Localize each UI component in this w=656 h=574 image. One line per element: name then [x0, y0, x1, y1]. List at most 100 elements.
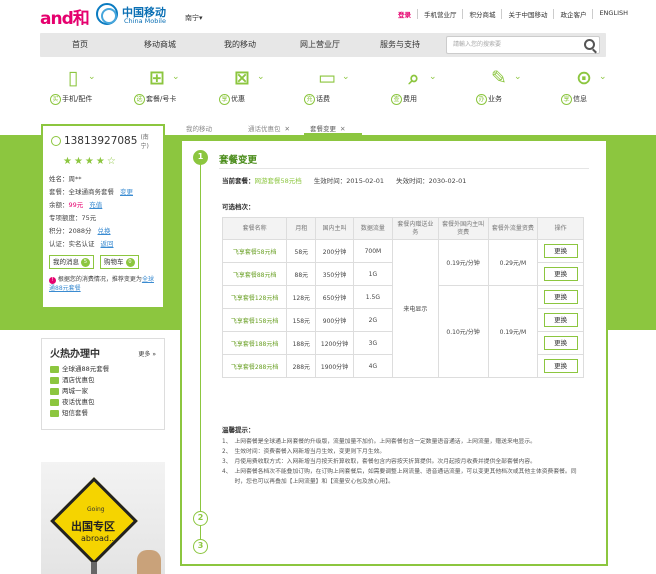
user-city: (南宁) [140, 134, 149, 150]
hot-item[interactable]: 短信套餐 [50, 408, 156, 419]
hot-item[interactable]: 全球通88元套餐 [50, 364, 156, 375]
china-mobile-logo-icon [96, 3, 118, 25]
table-header: 套餐名称 月租 国内主叫 数据流量 套餐内赠送业务 套餐外国内主叫资费 套餐外流量资费 操作 [221, 217, 584, 240]
step-line [200, 159, 201, 549]
step-3: 3 [193, 539, 208, 554]
hot-more-link[interactable]: 更多 » [138, 349, 156, 358]
top-bar: and和 中国移动 China Mobile 南宁▾ 登录 手机营业厅 积分商城… [0, 0, 656, 30]
change-button[interactable]: 更换 [543, 336, 578, 350]
location-icon: ⊙ [576, 67, 592, 89]
change-button[interactable]: 更换 [543, 359, 578, 373]
change-plan-link[interactable]: 变更 [120, 188, 133, 196]
search-icon[interactable] [584, 39, 595, 50]
user-phone: 13813927085 [63, 135, 138, 147]
new-tag-icon [50, 366, 59, 373]
mobile-hall-link[interactable]: 手机营业厅 [416, 9, 463, 19]
hot-item[interactable]: 夜话优惠包 [50, 397, 156, 408]
english-link[interactable]: ENGLISH [592, 9, 634, 19]
search-icon: ⌕ [408, 67, 420, 89]
quick-plan[interactable]: ⊞ ⌄ 选套餐/号卡 [128, 66, 188, 108]
close-icon[interactable]: ✕ [285, 124, 290, 135]
user-rating: ★★★★☆ [63, 156, 118, 167]
info-icon: ! [49, 277, 56, 284]
notes-title: 温馨提示： [222, 426, 255, 434]
chevron-down-icon: ⌄ [429, 72, 437, 82]
nav-my-mobile[interactable]: 我的移动 [200, 33, 280, 57]
nav-home[interactable]: 首页 [40, 33, 120, 57]
hot-item[interactable]: 酒店优惠包 [50, 375, 156, 386]
user-points-row: 积分：2088分 兑换 [49, 227, 111, 235]
promo-title: 出国专区 [71, 520, 115, 533]
search-placeholder: 請輸入您的搜索要 [453, 41, 502, 48]
change-button[interactable]: 更换 [543, 290, 578, 304]
gift-icon: ⊠ [234, 67, 250, 89]
card-icon: ▭ [318, 67, 336, 89]
new-tag-icon [50, 410, 59, 417]
chevron-down-icon: ⌄ [257, 72, 265, 82]
quick-phone[interactable]: ▯ ⌄ 买手机/配件 [44, 66, 104, 108]
note-item: 1、 上网套餐是全球通上网套餐的升级版，流量加量不加价。上网套餐包含一定数量语音通… [222, 439, 536, 445]
step-2: 2 [193, 511, 208, 526]
redeem-link[interactable]: 兑换 [98, 227, 111, 235]
quick-query[interactable]: ⌕ ⌄ 查费用 [385, 66, 445, 108]
chevron-down-icon: ⌄ [172, 72, 180, 82]
gift-cell: 来电显示 [392, 239, 439, 378]
tab-plan-change[interactable]: 套餐变更 ✕ [304, 124, 362, 135]
effective-date: 2015-02-01 [346, 177, 385, 185]
about-link[interactable]: 关于中国移动 [501, 9, 553, 19]
recommend-note: ! 根据您的消费情况，推荐变更为全球通88元套餐 [49, 276, 154, 292]
cart-button[interactable]: 购物车 0 [100, 255, 139, 269]
quick-icons: ▯ ⌄ 买手机/配件 ⊞ ⌄ 选套餐/号卡 ⊠ ⌄ 享优惠 ▭ ⌄ 充话费 ⌕ ⌄ 查费用… [40, 66, 607, 108]
recharge-link[interactable]: 充值 [89, 201, 102, 209]
main-nav: 首页 移动商城 我的移动 网上营业厅 服务与支持 請輸入您的搜索要 [40, 33, 606, 57]
step-1: 1 [193, 150, 208, 165]
my-messages-button[interactable]: 我的消息 5 [49, 255, 94, 269]
person-icon [51, 136, 61, 146]
pen-icon: ✎ [491, 67, 507, 89]
china-mobile-logo-en: China Mobile [124, 17, 166, 25]
change-button[interactable]: 更换 [543, 244, 578, 258]
user-info-card: 13813927085 (南宁) ★★★★☆ 姓名：周** 套餐：全球通商务套餐… [41, 124, 165, 309]
chevron-down-icon: ⌄ [342, 72, 350, 82]
quick-business[interactable]: ✎ ⌄ 办业务 [470, 66, 530, 108]
current-plan: 网游套餐58元档 [254, 177, 302, 185]
tab-my-mobile[interactable]: 我的移动 [180, 124, 238, 135]
quick-recharge[interactable]: ▭ ⌄ 充话费 [298, 66, 358, 108]
hot-offers: 火热办理中 更多 » 全球通88元套餐 酒店优惠包 两城一家 夜话优惠包 短信套… [41, 338, 165, 430]
nav-mall[interactable]: 移动商城 [120, 33, 200, 57]
nav-service[interactable]: 服务与支持 [360, 33, 440, 57]
user-auth-row: 认证：实名认证 返回 [49, 240, 114, 248]
breadcrumb-tabs: 我的移动 通话优惠包 ✕ 套餐变更 ✕ [180, 124, 362, 135]
note-item: 2、 生效时间：资费套餐入网新增当月生效，变更则下月生效。 [222, 449, 386, 455]
search-input[interactable]: 請輸入您的搜索要 [446, 36, 600, 54]
chevron-down-icon: ⌄ [88, 72, 96, 82]
person-photo [137, 550, 161, 574]
hot-item[interactable]: 两城一家 [50, 386, 156, 397]
close-icon[interactable]: ✕ [340, 124, 345, 133]
new-tag-icon [50, 377, 59, 384]
user-balance-row: 余额：99元 充值 [49, 201, 103, 209]
enterprise-link[interactable]: 政企客户 [553, 9, 592, 19]
quick-offer[interactable]: ⊠ ⌄ 享优惠 [213, 66, 273, 108]
quick-info[interactable]: ⊙ ⌄ 享信息 [555, 66, 615, 108]
user-exclusive-row: 专项额度：75元 [49, 214, 97, 222]
tab-call-pack[interactable]: 通话优惠包 ✕ [242, 124, 300, 135]
user-plan-row: 套餐：全球通商务套餐 变更 [49, 188, 133, 196]
points-mall-link[interactable]: 积分商城 [462, 9, 501, 19]
nav-online-hall[interactable]: 网上营业厅 [280, 33, 360, 57]
promo-subtitle: abroad... [81, 534, 117, 543]
city-selector[interactable]: 南宁▾ [185, 13, 203, 23]
change-button[interactable]: 更换 [543, 313, 578, 327]
login-link[interactable]: 登录 [392, 9, 417, 19]
new-tag-icon [50, 399, 59, 406]
table-row: 飞享套餐58元档 58元 200分钟 700M 来电显示 0.19元/分钟 0.29元/… [221, 239, 584, 378]
expire-date: 2030-02-01 [428, 177, 467, 185]
user-name-row: 姓名：周** [49, 175, 82, 183]
abroad-promo-banner[interactable]: Going 出国专区 abroad... [41, 462, 165, 574]
available-label: 可选档次： [222, 203, 255, 211]
chevron-down-icon: ⌄ [514, 72, 522, 82]
plan-change-panel: 1 2 3 套餐变更 当前套餐：网游套餐58元档 生效时间：2015-02-01… [180, 139, 608, 566]
change-button[interactable]: 更换 [543, 267, 578, 281]
return-link[interactable]: 返回 [101, 240, 114, 248]
and-logo[interactable]: and和 [40, 4, 90, 29]
